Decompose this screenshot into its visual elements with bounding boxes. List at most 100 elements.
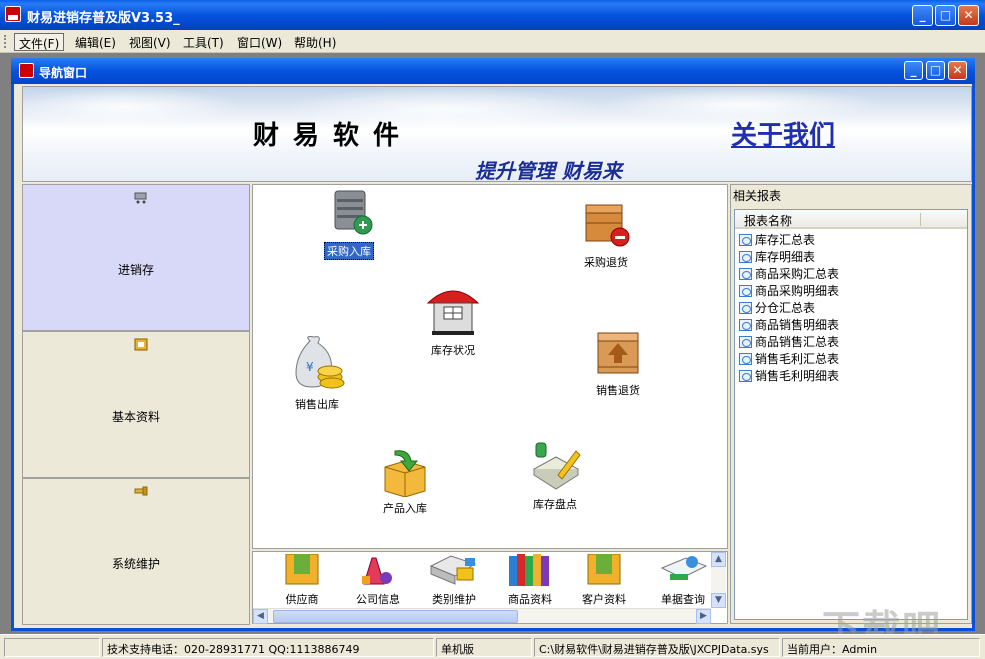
- child-maximize-button[interactable]: □: [926, 61, 945, 80]
- purchase-return-button[interactable]: 采购退货: [571, 199, 641, 270]
- strip-label: 客户资料: [582, 593, 626, 606]
- report-label: 商品销售明细表: [755, 318, 839, 332]
- menu-tools[interactable]: 工具(T): [179, 33, 228, 51]
- menu-window[interactable]: 窗口(W): [233, 33, 286, 51]
- server-add-icon: [323, 187, 375, 239]
- category-system-maintenance[interactable]: 系统维护: [22, 478, 250, 625]
- box-arrow-icon: [375, 447, 435, 497]
- report-label: 商品采购明细表: [755, 284, 839, 298]
- report-item[interactable]: 商品销售明细表: [739, 316, 839, 333]
- menu-bar: 文件(F) 编辑(E) 视图(V) 工具(T) 窗口(W) 帮助(H): [0, 30, 985, 53]
- column-separator[interactable]: [920, 213, 921, 226]
- stock-check-button[interactable]: 库存盘点: [515, 439, 595, 512]
- strip-item-doc-query[interactable]: 单据查询: [655, 554, 711, 607]
- toolbar-grip[interactable]: [4, 35, 6, 48]
- sales-out-button[interactable]: ¥ 销售出库: [279, 333, 355, 412]
- report-icon: [739, 234, 752, 246]
- reports-title: 相关报表: [733, 187, 781, 204]
- scroll-thumb[interactable]: [273, 610, 518, 623]
- report-icon: [739, 268, 752, 280]
- child-minimize-button[interactable]: _: [904, 61, 923, 80]
- strip-item-company-info[interactable]: 公司信息: [343, 554, 413, 607]
- scroll-left-button[interactable]: ◀: [253, 609, 268, 624]
- app-icon: [5, 6, 21, 22]
- purchase-return-label: 采购退货: [582, 254, 630, 270]
- report-label: 销售毛利明细表: [755, 369, 839, 383]
- stock-status-button[interactable]: 库存状况: [415, 281, 491, 358]
- strip-label: 单据查询: [661, 593, 705, 606]
- strip-item-customer[interactable]: 客户资料: [569, 554, 639, 607]
- report-label: 库存汇总表: [755, 233, 815, 247]
- strip-horizontal-scrollbar[interactable]: ◀ ▶: [253, 608, 711, 623]
- sales-out-label: 销售出库: [293, 396, 341, 412]
- scroll-up-button[interactable]: ▲: [711, 552, 726, 567]
- brand-title: 财易软件: [253, 115, 413, 152]
- product-in-button[interactable]: 产品入库: [365, 447, 445, 516]
- scroll-right-button[interactable]: ▶: [696, 609, 711, 624]
- category-icon: [427, 554, 481, 588]
- report-item[interactable]: 商品销售汇总表: [739, 333, 839, 350]
- sales-return-label: 销售退货: [594, 382, 642, 398]
- menu-help[interactable]: 帮助(H): [290, 33, 340, 51]
- app-title: 财易进销存普及版V3.53_: [27, 7, 180, 26]
- shortcut-strip: 供应商 公司信息 类别维护: [252, 551, 728, 624]
- strip-label: 公司信息: [356, 593, 400, 606]
- report-item[interactable]: 商品采购汇总表: [739, 265, 839, 282]
- strip-item-supplier[interactable]: 供应商: [267, 554, 337, 607]
- strip-label: 商品资料: [508, 593, 552, 606]
- cart-icon: [134, 191, 148, 204]
- report-item[interactable]: 分仓汇总表: [739, 299, 815, 316]
- report-icon: [739, 353, 752, 365]
- status-bar: 技术支持电话：020-28931771 QQ:1113886749 单机版 C:…: [0, 634, 985, 659]
- tools-icon: [134, 485, 148, 498]
- slogan: 提升管理 财易来: [475, 155, 622, 184]
- scroll-down-button[interactable]: ▼: [711, 593, 726, 608]
- category-label: 基本资料: [23, 408, 249, 425]
- stock-check-label: 库存盘点: [531, 496, 579, 512]
- navigation-window-title: 导航窗口: [39, 64, 87, 81]
- strip-item-category[interactable]: 类别维护: [419, 554, 489, 607]
- report-item[interactable]: 销售毛利汇总表: [739, 350, 839, 367]
- report-item[interactable]: 库存汇总表: [739, 231, 815, 248]
- category-inventory[interactable]: 进销存: [22, 184, 250, 331]
- category-label: 系统维护: [23, 555, 249, 572]
- customer-icon: [582, 554, 626, 588]
- column-label: 报表名称: [744, 212, 792, 229]
- report-label: 库存明细表: [755, 250, 815, 264]
- goods-icon: [503, 554, 557, 588]
- menu-file[interactable]: 文件(F): [14, 33, 64, 51]
- sales-return-button[interactable]: 销售退货: [583, 327, 653, 398]
- strip-vertical-scrollbar[interactable]: ▲ ▼: [711, 552, 726, 608]
- about-us-link[interactable]: 关于我们: [731, 115, 835, 152]
- close-button[interactable]: ✕: [958, 5, 979, 26]
- app-titlebar: 财易进销存普及版V3.53_ _ □ ✕: [0, 0, 985, 30]
- function-panel: 采购入库 采购退货 库存状况: [252, 184, 728, 549]
- window-icon: [19, 63, 34, 78]
- report-icon: [739, 302, 752, 314]
- crate-up-icon: [592, 327, 644, 379]
- report-item[interactable]: 库存明细表: [739, 248, 815, 265]
- doc-query-icon: [656, 554, 710, 588]
- report-label: 商品销售汇总表: [755, 335, 839, 349]
- menu-edit[interactable]: 编辑(E): [71, 33, 120, 51]
- inventory-check-icon: [526, 439, 584, 493]
- navigation-window: 导航窗口 _ □ ✕ 财易软件 提升管理 财易来 关于我们 进销存 基本资料 系…: [11, 58, 975, 631]
- menu-view[interactable]: 视图(V): [125, 33, 175, 51]
- strip-item-goods[interactable]: 商品资料: [495, 554, 565, 607]
- status-support: 技术支持电话：020-28931771 QQ:1113886749: [102, 638, 434, 657]
- child-close-button[interactable]: ✕: [948, 61, 967, 80]
- report-item[interactable]: 销售毛利明细表: [739, 367, 839, 384]
- company-info-icon: [356, 554, 400, 588]
- minimize-button[interactable]: _: [912, 5, 933, 26]
- category-basic-data[interactable]: 基本资料: [22, 331, 250, 478]
- related-reports-panel: 相关报表 报表名称 库存汇总表 库存明细表 商品采购汇总表 商品采购明细表 分仓…: [730, 184, 972, 624]
- report-icon: [739, 319, 752, 331]
- book-icon: [134, 338, 148, 351]
- reports-list: 报表名称 库存汇总表 库存明细表 商品采购汇总表 商品采购明细表 分仓汇总表 商…: [734, 209, 968, 620]
- report-item[interactable]: 商品采购明细表: [739, 282, 839, 299]
- report-icon: [739, 285, 752, 297]
- maximize-button[interactable]: □: [935, 5, 956, 26]
- svg-text:¥: ¥: [306, 360, 314, 374]
- purchase-in-button[interactable]: 采购入库: [309, 187, 389, 260]
- reports-column-header[interactable]: 报表名称: [735, 210, 967, 229]
